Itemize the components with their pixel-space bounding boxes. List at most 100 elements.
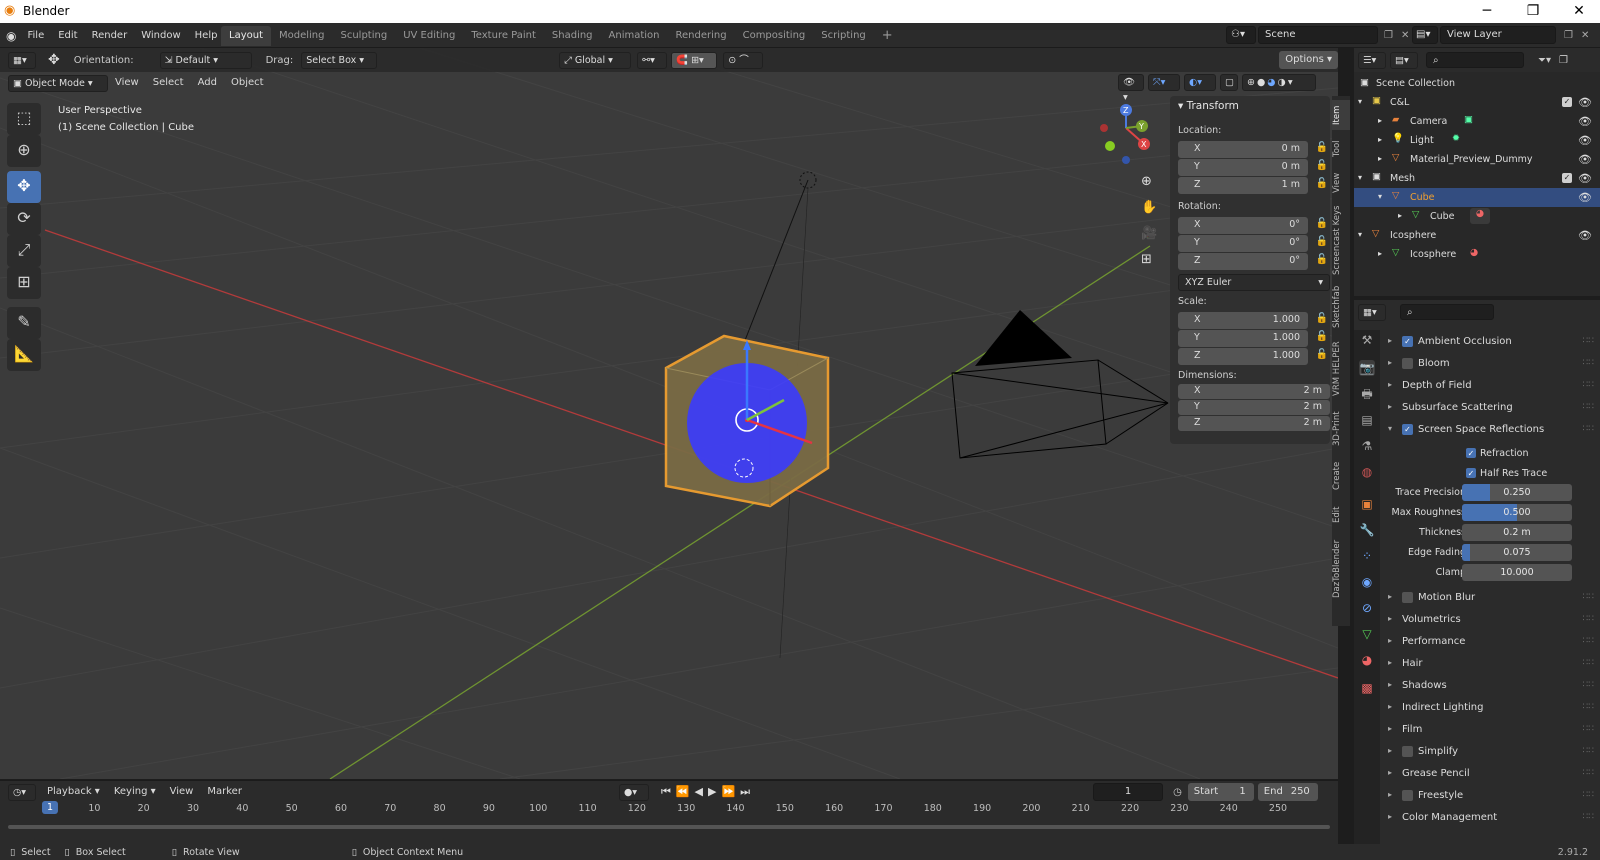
panel-simplify[interactable]: ▸ Simplify ∷∷ — [1384, 742, 1600, 763]
filter-icon[interactable]: ⏷▾ — [1538, 55, 1551, 66]
location-z-field[interactable]: Z1 m 🔓 — [1178, 177, 1328, 194]
menu-help[interactable]: Help — [188, 23, 225, 48]
outliner-row[interactable]: ▸ ▽ Icosphere ◕ — [1354, 245, 1600, 264]
sidetab-edit[interactable]: Edit — [1332, 500, 1350, 530]
max-roughness-slider[interactable]: 0.500 — [1462, 504, 1572, 521]
simplify-checkbox[interactable] — [1402, 746, 1413, 757]
outliner-row[interactable]: ▾ ▽ Icosphere 👁 — [1354, 226, 1600, 245]
scale-x-field[interactable]: X 1.000 🔓 — [1178, 312, 1328, 329]
snap-icon[interactable]: 🧲 ⊞▾ — [671, 51, 718, 69]
panel-freestyle[interactable]: ▸ Freestyle ∷∷ — [1384, 786, 1600, 807]
outliner-search-input[interactable]: ⌕ — [1426, 52, 1524, 68]
view-layer-browse-icon[interactable]: ▤▾ — [1412, 26, 1438, 44]
ao-checkbox[interactable]: ✓ — [1402, 336, 1413, 347]
transform-tool-icon[interactable]: ⊞ — [7, 267, 41, 299]
edge-fading-slider[interactable]: 0.075 — [1462, 544, 1572, 561]
panel-color-management[interactable]: ▸ Color Management ∷∷ — [1384, 808, 1600, 829]
scale-z-field[interactable]: Z 1.000 🔓 — [1178, 348, 1328, 365]
display-mode-icon[interactable]: ▤▾ — [1390, 51, 1418, 69]
dimensions-z-field[interactable]: Z2 m — [1178, 416, 1330, 431]
material-icon[interactable]: ◕ — [1470, 247, 1478, 258]
transform-orientation-dropdown[interactable]: ⤢ Global ▾ — [559, 51, 632, 69]
menu-select[interactable]: Select — [146, 72, 191, 94]
tab-sculpting[interactable]: Sculpting — [333, 26, 396, 46]
sidetab-daztoblender[interactable]: DazToBlender — [1332, 534, 1350, 604]
close-button[interactable]: ✕ — [1556, 0, 1600, 23]
tab-layout[interactable]: Layout — [221, 26, 271, 46]
editor-type-icon[interactable]: ▦▾ — [8, 51, 36, 69]
timeline[interactable]: ◷▾ Playback ▾ Keying ▾ View Marker ●▾ ⏮⏪… — [0, 780, 1338, 844]
lock-icon[interactable]: 🔓 — [1316, 236, 1328, 247]
menu-edit[interactable]: Edit — [51, 23, 84, 48]
properties-search-input[interactable]: ⌕ — [1400, 304, 1494, 320]
menu-view[interactable]: View — [108, 72, 146, 94]
ssr-checkbox[interactable]: ✓ — [1402, 424, 1413, 435]
rotation-mode-dropdown[interactable]: XYZ Euler ▾ — [1178, 274, 1330, 291]
view-layer-name-field[interactable]: View Layer — [1440, 26, 1556, 44]
playhead[interactable]: 1 — [41, 801, 59, 814]
cursor-tool-icon[interactable]: ⊕ — [7, 135, 41, 167]
zoom-icon[interactable]: ⊕ — [1141, 174, 1152, 189]
lock-icon[interactable]: 🔓 — [1316, 331, 1328, 342]
scale-tool-icon[interactable]: ⤢ — [7, 235, 41, 267]
rotation-y-field[interactable]: Y 0° 🔓 — [1178, 235, 1328, 252]
lock-icon[interactable]: 🔓 — [1316, 254, 1328, 265]
bloom-checkbox[interactable] — [1402, 358, 1413, 369]
delete-scene-icon[interactable]: ✕ — [1401, 30, 1409, 41]
proportional-edit-icon[interactable]: ⊙ ⌒ — [723, 51, 764, 69]
trace-precision-field[interactable]: Trace Precision 0.250 — [1384, 484, 1600, 505]
light-data-icon[interactable]: ✹ — [1452, 133, 1460, 144]
eye-icon[interactable]: 👁 — [1578, 172, 1592, 185]
sidetab-sketchfab[interactable]: Sketchfab — [1332, 282, 1350, 332]
tab-scripting[interactable]: Scripting — [813, 26, 873, 46]
panel-shadows[interactable]: ▸ Shadows ∷∷ — [1384, 676, 1600, 697]
tab-animation[interactable]: Animation — [601, 26, 668, 46]
refraction-option[interactable]: ✓ Refraction — [1384, 444, 1600, 465]
pivot-point-icon[interactable]: ⚯▾ — [637, 51, 668, 69]
lock-icon[interactable]: 🔓 — [1316, 142, 1328, 153]
tab-uv-editing[interactable]: UV Editing — [395, 26, 463, 46]
selected-cube[interactable] — [664, 334, 830, 508]
half-res-option[interactable]: ✓ Half Res Trace — [1384, 464, 1600, 485]
max-roughness-field[interactable]: Max Roughness 0.500 — [1384, 504, 1600, 525]
sidetab-tool[interactable]: Tool — [1332, 134, 1350, 164]
move-tool-button-icon[interactable]: ✥ — [7, 171, 41, 203]
maximize-button[interactable]: ❐ — [1510, 0, 1556, 23]
drag-dropdown[interactable]: Select Box ▾ — [301, 51, 378, 69]
tab-rendering[interactable]: Rendering — [668, 26, 735, 46]
outliner-row[interactable]: ▸ ▽ Material_Preview_Dummy 👁 — [1354, 150, 1600, 169]
overlay-icon[interactable]: ◐▾ — [1184, 74, 1216, 91]
lock-icon[interactable]: 🔓 — [1316, 313, 1328, 324]
timeline-scrollbar[interactable] — [8, 825, 1330, 829]
camera-object[interactable] — [951, 310, 1169, 459]
scale-y-field[interactable]: Y 1.000 🔓 — [1178, 330, 1328, 347]
sidetab-create[interactable]: Create — [1332, 456, 1350, 496]
outliner-row[interactable]: ▸ 💡 Light ✹ 👁 — [1354, 131, 1600, 150]
motion-blur-checkbox[interactable] — [1402, 592, 1413, 603]
camera-view-icon[interactable]: 🎥 — [1141, 226, 1157, 241]
menu-render[interactable]: Render — [85, 23, 135, 48]
panel-screen-space-reflections[interactable]: ▾ ✓ Screen Space Reflections ∷∷ — [1384, 420, 1600, 441]
location-x-field[interactable]: X0 m 🔓 — [1178, 141, 1328, 158]
thickness-field[interactable]: Thickness 0.2 m — [1384, 524, 1600, 545]
select-box-tool-icon[interactable]: ⬚ — [7, 103, 41, 135]
measure-tool-icon[interactable]: 📐 — [7, 339, 41, 371]
menu-add[interactable]: Add — [191, 72, 224, 94]
lock-icon[interactable]: 🔓 — [1316, 218, 1328, 229]
collection-checkbox[interactable]: ✓ — [1562, 173, 1572, 183]
mode-dropdown[interactable]: ▣ Object Mode ▾ — [8, 74, 108, 92]
orientation-dropdown[interactable]: ⇲ Default ▾ — [159, 51, 252, 69]
sidetab-vrm-helper[interactable]: VRM HELPER — [1332, 336, 1350, 402]
tab-texture-paint[interactable]: Texture Paint — [463, 26, 544, 46]
scene-browse-icon[interactable]: ⚇▾ — [1226, 26, 1256, 44]
properties-editor-type-icon[interactable]: ▦▾ — [1358, 303, 1386, 321]
visibility-icon[interactable]: 👁▾ — [1118, 74, 1144, 103]
outliner-scene-collection[interactable]: ▣ Scene Collection — [1354, 74, 1600, 93]
new-scene-icon[interactable]: ❐ — [1384, 30, 1393, 41]
outliner-row[interactable]: ▾ ▣ Mesh ✓ 👁 — [1354, 169, 1600, 188]
outliner-row-selected[interactable]: ▾ ▽ Cube 👁 — [1354, 188, 1600, 207]
panel-hair[interactable]: ▸ Hair ∷∷ — [1384, 654, 1600, 675]
panel-motion-blur[interactable]: ▸ Motion Blur ∷∷ — [1384, 588, 1600, 609]
half-res-checkbox[interactable]: ✓ — [1466, 468, 1476, 478]
panel-film[interactable]: ▸ Film ∷∷ — [1384, 720, 1600, 741]
